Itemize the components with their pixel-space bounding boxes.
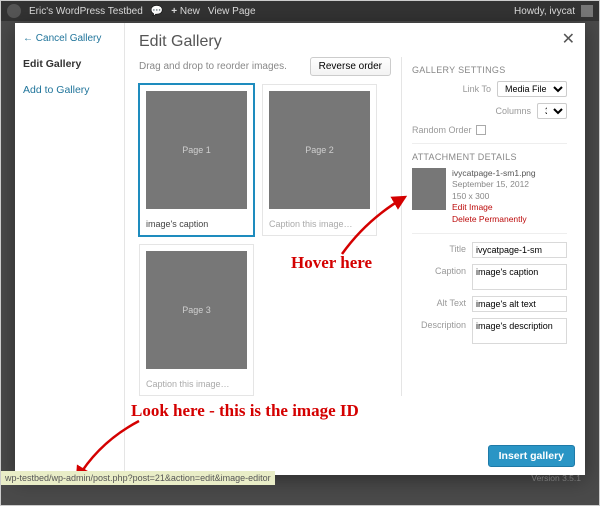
thumb-image: Page 3 — [146, 251, 247, 369]
caption-label: Caption — [416, 264, 466, 276]
random-order-checkbox[interactable] — [476, 125, 486, 135]
description-field[interactable]: image's description — [472, 318, 567, 344]
site-title-link[interactable]: Eric's WordPress Testbed — [29, 6, 143, 17]
title-field[interactable] — [472, 242, 567, 258]
thumb-image: Page 2 — [269, 91, 370, 209]
media-modal: ✕ Cancel Gallery Edit Gallery Add to Gal… — [15, 23, 585, 475]
attachment-filename: ivycatpage-1-sm1.png — [452, 168, 536, 178]
insert-gallery-button[interactable]: Insert gallery — [488, 445, 575, 467]
browser-status-bar: wp-testbed/wp-admin/post.php?post=21&act… — [1, 471, 275, 485]
gallery-thumb[interactable]: Page 3 Caption this image… — [139, 244, 254, 396]
page-title: Edit Gallery — [139, 33, 573, 51]
attachment-date: September 15, 2012 — [452, 179, 529, 189]
sidebar-item-add-to-gallery[interactable]: Add to Gallery — [23, 84, 116, 96]
link-to-select[interactable]: Media File — [497, 81, 567, 97]
columns-label: Columns — [495, 106, 531, 116]
view-page-link[interactable]: View Page — [208, 6, 256, 17]
random-order-label: Random Order — [412, 125, 472, 135]
attachment-details-heading: ATTACHMENT DETAILS — [412, 152, 567, 162]
modal-main: Edit Gallery Drag and drop to reorder im… — [125, 23, 585, 475]
attachment-thumb — [412, 168, 446, 210]
howdy-text[interactable]: Howdy, ivycat — [514, 6, 575, 17]
gallery-thumbnails: Page 1 image's caption Page 2 Caption th… — [139, 84, 384, 396]
attachment-dimensions: 150 x 300 — [452, 191, 489, 201]
new-menu[interactable]: + New — [171, 6, 200, 17]
attachment-settings-panel: GALLERY SETTINGS Link To Media File Colu… — [401, 57, 573, 396]
plus-icon: + — [171, 6, 177, 17]
wp-logo-icon[interactable] — [7, 4, 21, 18]
reorder-hint: Drag and drop to reorder images. — [139, 61, 287, 72]
comments-icon[interactable] — [151, 6, 163, 17]
columns-select[interactable]: 3 — [537, 103, 567, 119]
reverse-order-button[interactable]: Reverse order — [310, 57, 391, 76]
alt-text-label: Alt Text — [416, 296, 466, 308]
gallery-thumb[interactable]: Page 2 Caption this image… — [262, 84, 377, 236]
admin-bar: Eric's WordPress Testbed + New View Page… — [1, 1, 599, 21]
sidebar-item-edit-gallery[interactable]: Edit Gallery — [23, 58, 116, 70]
gallery-thumb[interactable]: Page 1 image's caption — [139, 84, 254, 236]
title-label: Title — [416, 242, 466, 254]
wp-version: Version 3.5.1 — [531, 473, 581, 483]
delete-permanently-link[interactable]: Delete Permanently — [452, 214, 536, 225]
gallery-settings-heading: GALLERY SETTINGS — [412, 65, 567, 75]
thumb-caption[interactable]: image's caption — [140, 215, 253, 235]
description-label: Description — [416, 318, 466, 330]
cancel-gallery-link[interactable]: Cancel Gallery — [23, 33, 116, 44]
alt-text-field[interactable] — [472, 296, 567, 312]
edit-image-link[interactable]: Edit Image — [452, 202, 536, 213]
avatar[interactable] — [581, 5, 593, 17]
thumb-image: Page 1 — [146, 91, 247, 209]
caption-field[interactable]: image's caption — [472, 264, 567, 290]
thumb-caption[interactable]: Caption this image… — [140, 375, 253, 395]
link-to-label: Link To — [463, 84, 491, 94]
thumb-caption[interactable]: Caption this image… — [263, 215, 376, 235]
modal-sidebar: Cancel Gallery Edit Gallery Add to Galle… — [15, 23, 125, 475]
